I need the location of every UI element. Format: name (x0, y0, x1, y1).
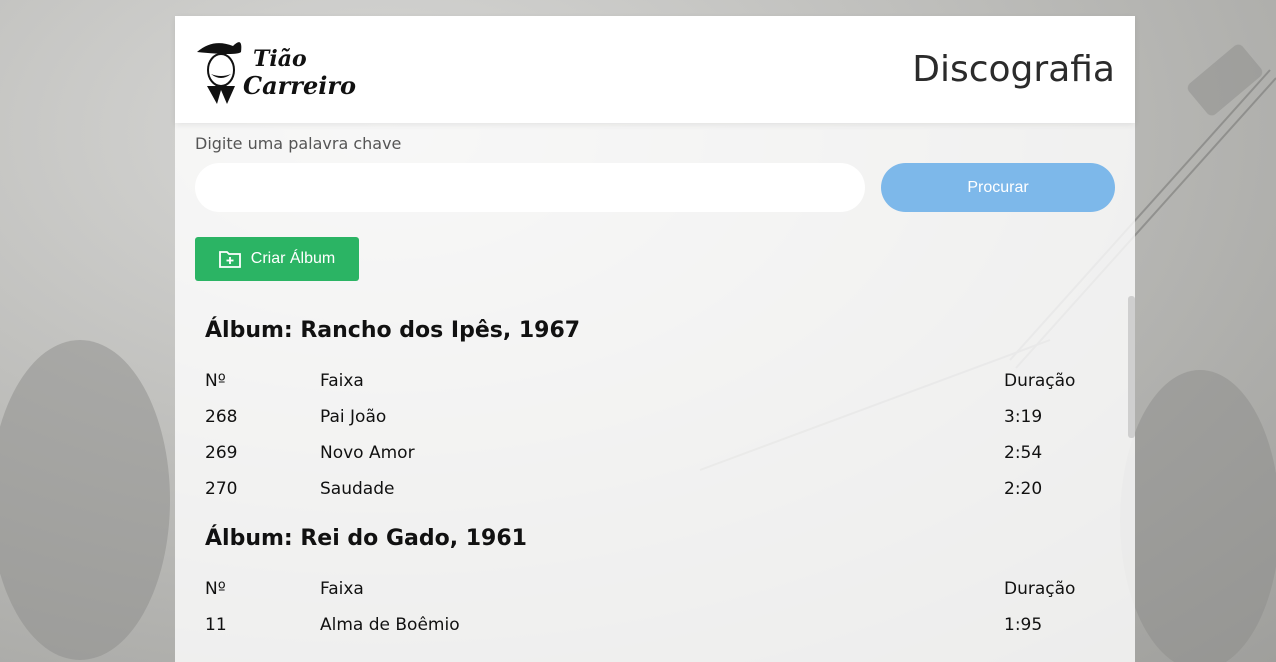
svg-text:Carreiro: Carreiro (243, 71, 356, 100)
search-label: Digite uma palavra chave (195, 134, 402, 153)
cowboy-logo-icon: Tião Carreiro (197, 42, 356, 104)
page-title: Discografia (912, 49, 1115, 90)
column-track: Faixa (320, 371, 364, 391)
search-input[interactable] (195, 163, 865, 212)
album-title: Álbum: Rancho dos Ipês, 1967 (205, 318, 581, 343)
search-button[interactable]: Procurar (881, 163, 1115, 212)
table-row: 270 Saudade 2:20 (205, 479, 1105, 515)
main-card: Tião Carreiro Discografia Digite uma pal… (175, 16, 1135, 662)
create-album-label: Criar Álbum (250, 250, 336, 267)
track-number: 268 (205, 407, 238, 427)
track-name: Saudade (320, 479, 395, 499)
table-header-row: Nº Faixa Duração (205, 371, 1105, 407)
table-row: 269 Novo Amor 2:54 (205, 443, 1105, 479)
track-duration: 3:19 (1004, 407, 1043, 427)
header: Tião Carreiro Discografia (175, 16, 1135, 123)
track-duration: 1:95 (1004, 615, 1043, 635)
column-number: Nº (205, 579, 226, 599)
track-number: 270 (205, 479, 238, 499)
create-album-button[interactable]: Criar Álbum (195, 237, 359, 281)
track-name: Novo Amor (320, 443, 415, 463)
column-duration: Duração (1004, 579, 1076, 599)
svg-text:Tião: Tião (253, 46, 307, 72)
logo: Tião Carreiro (193, 30, 363, 106)
table-row: 268 Pai João 3:19 (205, 407, 1105, 443)
track-name: Alma de Boêmio (320, 615, 460, 635)
column-number: Nº (205, 371, 226, 391)
table-header-row: Nº Faixa Duração (205, 579, 1105, 615)
track-name: Pai João (320, 407, 387, 427)
column-duration: Duração (1004, 371, 1076, 391)
scrollbar[interactable] (1128, 296, 1135, 438)
track-duration: 2:20 (1004, 479, 1043, 499)
track-number: 11 (205, 615, 227, 635)
track-number: 269 (205, 443, 238, 463)
folder-plus-icon (218, 251, 241, 268)
column-track: Faixa (320, 579, 364, 599)
album-title: Álbum: Rei do Gado, 1961 (205, 526, 527, 551)
table-row: 11 Alma de Boêmio 1:95 (205, 615, 1105, 651)
track-duration: 2:54 (1004, 443, 1043, 463)
